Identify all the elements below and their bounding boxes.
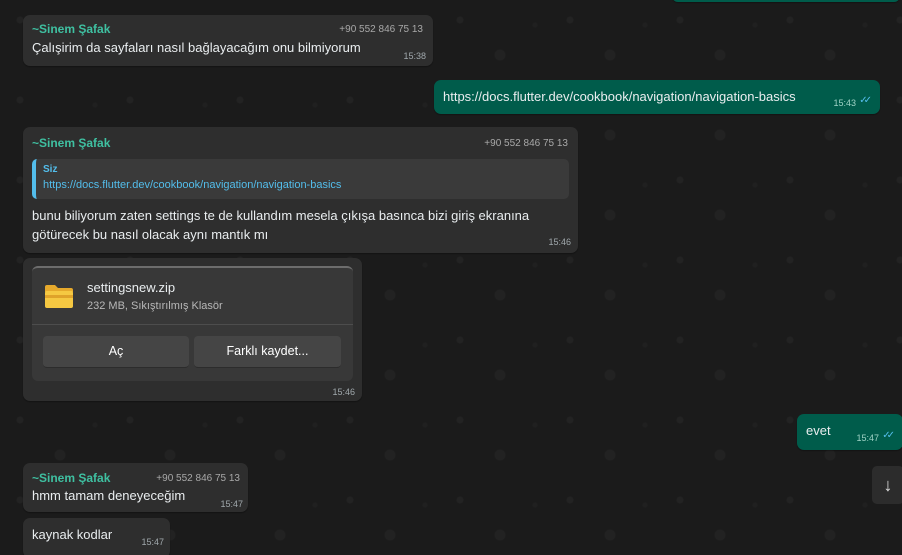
incoming-message[interactable]: kaynak kodlar 15:47 [23, 518, 170, 555]
file-card-divider [32, 324, 353, 325]
arrow-down-icon: ↓ [883, 475, 893, 495]
double-check-read-icon: ✓✓ [859, 95, 872, 106]
sender-name[interactable]: ~Sinem Şafak [32, 136, 110, 150]
outgoing-message[interactable]: evet 15:47 ✓✓ [797, 414, 902, 450]
sender-phone: +90 552 846 75 13 [339, 24, 423, 35]
incoming-message[interactable]: ~Sinem Şafak +90 552 846 75 13 Çalışirim… [23, 15, 433, 66]
quote-author: Siz [43, 164, 58, 175]
sender-phone: +90 552 846 75 13 [484, 138, 568, 149]
message-text: hmm tamam deneyeceğim [32, 488, 186, 503]
sender-phone: +90 552 846 75 13 [156, 473, 240, 484]
incoming-message[interactable]: ~Sinem Şafak +90 552 846 75 13 Siz https… [23, 127, 578, 253]
scroll-to-bottom-button[interactable]: ↓ [872, 466, 902, 504]
message-text: kaynak kodlar [32, 527, 113, 542]
save-as-button[interactable]: Farklı kaydet... [194, 336, 341, 368]
file-name: settingsnew.zip [87, 280, 176, 295]
message-time: 15:46 [548, 237, 571, 247]
incoming-message[interactable]: ~Sinem Şafak +90 552 846 75 13 hmm tamam… [23, 463, 248, 512]
sender-name[interactable]: ~Sinem Şafak [32, 22, 110, 36]
chat-pane: ~Sinem Şafak +90 552 846 75 13 Çalışirim… [0, 0, 902, 555]
message-time: 15:47 [856, 433, 879, 443]
double-check-read-icon: ✓✓ [882, 430, 895, 441]
message-time: 15:46 [332, 387, 355, 397]
incoming-file-message[interactable]: settingsnew.zip 232 MB, Sıkıştırılmış Kl… [23, 258, 362, 401]
file-card[interactable]: settingsnew.zip 232 MB, Sıkıştırılmış Kl… [32, 266, 353, 381]
outgoing-message[interactable]: https://docs.flutter.dev/cookbook/naviga… [434, 80, 880, 114]
message-text-line-2: götürecek bu nasıl olacak aynı mantık mı [32, 227, 269, 242]
zip-folder-icon [44, 283, 74, 309]
quote-text: https://docs.flutter.dev/cookbook/naviga… [43, 179, 342, 191]
message-time: 15:43 [833, 98, 856, 108]
file-meta: 232 MB, Sıkıştırılmış Klasör [87, 300, 223, 312]
message-text: Çalışirim da sayfaları nasıl bağlayacağı… [32, 40, 361, 55]
message-time: 15:38 [403, 51, 426, 61]
quoted-message[interactable]: Siz https://docs.flutter.dev/cookbook/na… [32, 159, 569, 199]
outgoing-message-partial [672, 0, 900, 2]
message-time: 15:47 [141, 537, 164, 547]
message-text-line-1: bunu biliyorum zaten settings te de kull… [32, 208, 530, 223]
message-time: 15:47 [220, 499, 243, 509]
message-text: evet [806, 423, 831, 438]
open-file-button[interactable]: Aç [43, 336, 189, 368]
sender-name[interactable]: ~Sinem Şafak [32, 471, 110, 485]
message-link[interactable]: https://docs.flutter.dev/cookbook/naviga… [443, 89, 796, 104]
